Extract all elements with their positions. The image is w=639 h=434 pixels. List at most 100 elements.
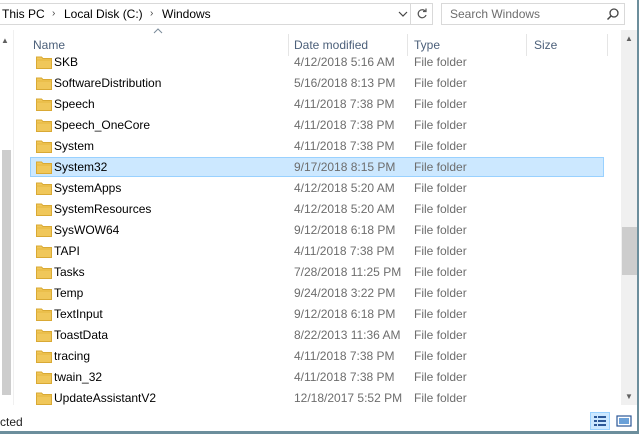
file-type: File folder — [414, 76, 467, 90]
column-header-size-label: Size — [534, 38, 558, 52]
file-type: File folder — [414, 349, 467, 363]
file-date-modified: 4/11/2018 7:38 PM — [294, 349, 395, 363]
file-name: twain_32 — [54, 370, 103, 384]
status-bar: cted — [0, 406, 639, 434]
file-type: File folder — [414, 328, 467, 342]
file-row[interactable]: System 4/11/2018 7:38 PM File folder — [30, 136, 604, 156]
folder-icon — [36, 98, 52, 111]
file-date-modified: 9/17/2018 8:15 PM — [294, 160, 396, 174]
details-view-button[interactable] — [590, 412, 610, 430]
folder-icon — [36, 392, 52, 405]
breadcrumb-local-disk[interactable]: Local Disk (C:) — [64, 7, 143, 21]
file-type: File folder — [414, 223, 467, 237]
folder-icon — [36, 371, 52, 384]
large-icons-view-button[interactable] — [614, 412, 634, 430]
folder-icon — [36, 182, 52, 195]
file-row[interactable]: twain_32 4/11/2018 7:38 PM File folder — [30, 367, 604, 387]
address-bar[interactable]: This PC › Local Disk (C:) › Windows — [0, 3, 411, 25]
file-date-modified: 4/11/2018 7:38 PM — [294, 244, 395, 258]
file-date-modified: 4/11/2018 7:38 PM — [294, 139, 395, 153]
breadcrumb-separator-icon[interactable]: › — [52, 8, 55, 19]
file-type: File folder — [414, 244, 467, 258]
file-name: SoftwareDistribution — [54, 76, 162, 90]
file-type: File folder — [414, 370, 467, 384]
folder-icon — [36, 224, 52, 237]
file-name: TextInput — [54, 307, 103, 321]
scroll-down-arrow-icon[interactable]: ▼ — [625, 392, 633, 401]
file-row[interactable]: SoftwareDistribution 5/16/2018 8:13 PM Fil… — [30, 73, 604, 93]
file-row[interactable]: SystemResources 4/12/2018 5:20 AM File fol… — [30, 199, 604, 219]
folder-icon — [36, 308, 52, 321]
pane-divider[interactable] — [13, 30, 14, 405]
scroll-up-arrow-icon[interactable]: ▲ — [1, 36, 9, 45]
refresh-icon — [417, 8, 427, 19]
breadcrumb-this-pc[interactable]: This PC — [2, 7, 45, 21]
column-separator[interactable] — [607, 34, 608, 56]
navigation-pane-scrollbar[interactable]: ▲ — [0, 30, 13, 405]
scroll-thumb[interactable] — [622, 227, 637, 275]
scroll-up-arrow-icon[interactable]: ▲ — [625, 34, 633, 43]
file-type: File folder — [414, 118, 467, 132]
file-type: File folder — [414, 307, 467, 321]
details-view-icon — [594, 416, 606, 426]
folder-icon — [36, 56, 52, 69]
file-type: File folder — [414, 55, 467, 69]
column-header-name-label: Name — [33, 38, 66, 52]
folder-icon — [36, 266, 52, 279]
file-type: File folder — [414, 391, 467, 405]
file-date-modified: 4/12/2018 5:16 AM — [294, 55, 395, 69]
file-date-modified: 9/12/2018 6:18 PM — [294, 307, 396, 321]
file-row[interactable]: SKB 4/12/2018 5:16 AM File folder — [30, 52, 604, 72]
file-type: File folder — [414, 202, 467, 216]
file-type: File folder — [414, 160, 467, 174]
file-date-modified: 4/11/2018 7:38 PM — [294, 118, 395, 132]
file-row[interactable]: TextInput 9/12/2018 6:18 PM File folder — [30, 304, 604, 324]
file-row[interactable]: TAPI 4/11/2018 7:38 PM File folder — [30, 241, 604, 261]
file-type: File folder — [414, 181, 467, 195]
file-name: System — [54, 139, 95, 153]
file-row[interactable]: UpdateAssistantV2 12/18/2017 5:52 PM File … — [30, 388, 604, 408]
address-history-dropdown[interactable] — [394, 3, 411, 25]
file-row[interactable]: Speech 4/11/2018 7:38 PM File folder — [30, 94, 604, 114]
column-header-date-label: Date modified — [294, 38, 369, 52]
file-row[interactable]: tracing 4/11/2018 7:38 PM File folder — [30, 346, 604, 366]
refresh-button[interactable] — [411, 3, 433, 25]
file-row[interactable]: Tasks 7/28/2018 11:25 PM File folder — [30, 262, 604, 282]
search-box[interactable] — [441, 3, 625, 25]
file-type: File folder — [414, 97, 467, 111]
file-row-selected[interactable]: System32 9/17/2018 8:15 PM File folder — [30, 157, 604, 177]
file-date-modified: 4/12/2018 5:20 AM — [294, 181, 395, 195]
file-name: SKB — [54, 55, 79, 69]
file-name: Temp — [54, 286, 84, 300]
file-date-modified: 12/18/2017 5:52 PM — [294, 391, 403, 405]
folder-icon — [36, 140, 52, 153]
file-row[interactable]: Speech_OneCore 4/11/2018 7:38 PM File fold… — [30, 115, 604, 135]
status-text: cted — [0, 415, 23, 429]
folder-icon — [36, 245, 52, 258]
file-name: ToastData — [54, 328, 109, 342]
search-input[interactable] — [442, 4, 610, 24]
breadcrumb-windows[interactable]: Windows — [162, 7, 211, 21]
folder-icon — [36, 329, 52, 342]
file-row[interactable]: SysWOW64 9/12/2018 6:18 PM File folder — [30, 220, 604, 240]
file-name: SystemApps — [54, 181, 122, 195]
file-date-modified: 9/24/2018 3:22 PM — [294, 286, 396, 300]
folder-icon — [36, 203, 52, 216]
search-icon[interactable] — [606, 7, 620, 21]
file-type: File folder — [414, 265, 467, 279]
file-name: UpdateAssistantV2 — [54, 391, 157, 405]
file-row[interactable]: Temp 9/24/2018 3:22 PM File folder — [30, 283, 604, 303]
vertical-scrollbar[interactable]: ▲ ▼ — [621, 30, 638, 405]
breadcrumb-separator-icon[interactable]: › — [150, 8, 153, 19]
folder-icon — [36, 161, 52, 174]
file-name: System32 — [54, 160, 108, 174]
file-date-modified: 9/12/2018 6:18 PM — [294, 223, 396, 237]
folder-icon — [36, 350, 52, 363]
file-type: File folder — [414, 286, 467, 300]
file-name: SysWOW64 — [54, 223, 120, 237]
large-icons-view-icon — [616, 415, 632, 427]
file-row[interactable]: SystemApps 4/12/2018 5:20 AM File folder — [30, 178, 604, 198]
file-row[interactable]: ToastData 8/22/2013 11:36 AM File folder — [30, 325, 604, 345]
navigation-scroll-thumb[interactable] — [2, 150, 11, 395]
file-type: File folder — [414, 139, 467, 153]
